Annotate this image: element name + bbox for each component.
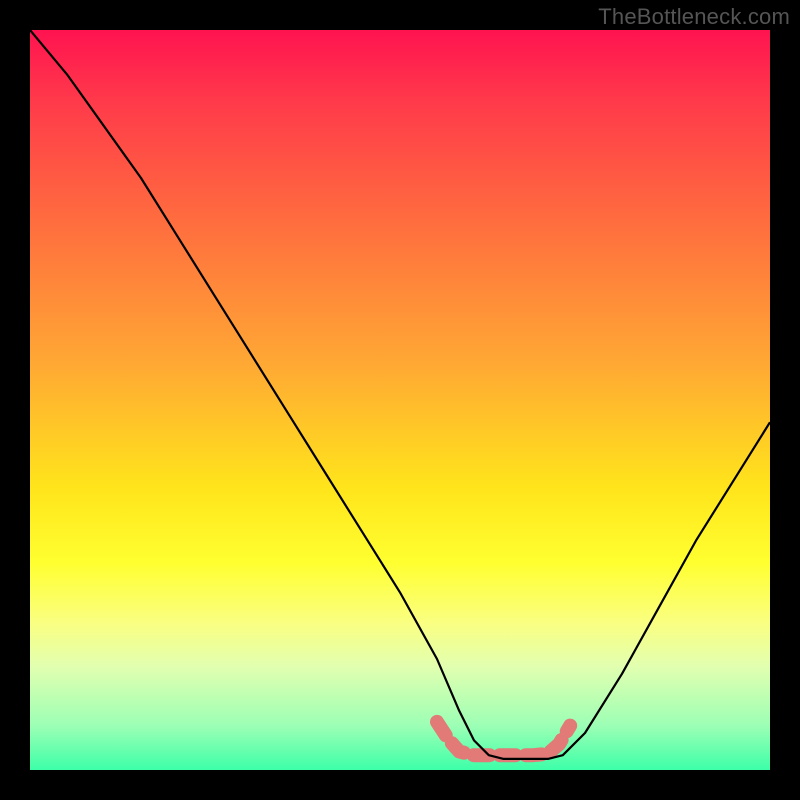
chart-frame: TheBottleneck.com (0, 0, 800, 800)
watermark-text: TheBottleneck.com (598, 4, 790, 30)
bottom-accent-line (437, 722, 570, 755)
curve-svg (30, 30, 770, 770)
plot-area (30, 30, 770, 770)
main-curve-line (30, 30, 770, 759)
